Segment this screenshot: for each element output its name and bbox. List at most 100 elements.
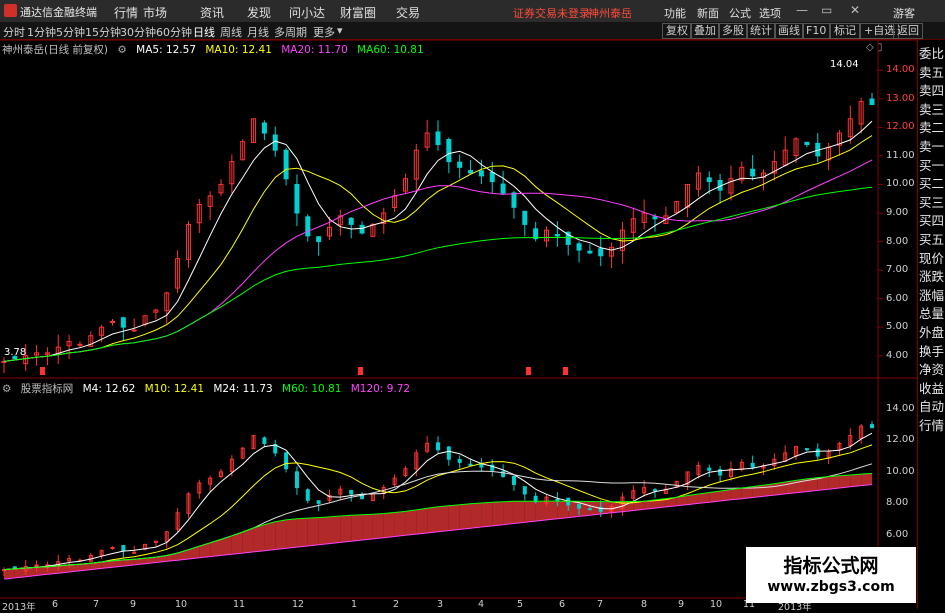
ma-ribbon-segment <box>351 514 363 542</box>
sidebar-item[interactable]: 收益 <box>919 378 945 397</box>
indicator-candle-body <box>815 448 820 457</box>
candle-body <box>468 170 474 174</box>
candle-body <box>348 217 354 225</box>
sidebar-item[interactable]: 涨跌 <box>919 266 945 285</box>
indicator-candle-body <box>305 489 310 501</box>
ma-ribbon-segment <box>481 502 493 528</box>
indicator-candle-body <box>457 459 462 463</box>
ma-ribbon-segment <box>275 519 287 550</box>
price-axis-tick: 4.00 <box>886 349 909 361</box>
ma-ribbon-segment <box>199 542 211 558</box>
sidebar-item[interactable]: 委比 <box>919 43 945 62</box>
ma-ribbon-segment <box>427 506 438 533</box>
sidebar-item[interactable]: 总量 <box>919 303 945 322</box>
indicator-axis-tick: 10.00 <box>886 465 915 477</box>
indicator-candle-body <box>349 490 354 495</box>
ma-ribbon-segment <box>416 508 428 535</box>
indicator-candle-body <box>110 547 115 550</box>
kline-chart[interactable] <box>0 0 945 609</box>
ma-ribbon-segment <box>286 518 297 549</box>
indicator-candle-body <box>587 508 592 511</box>
indicator-candle-body <box>707 467 712 471</box>
indicator-candle-body <box>284 452 289 470</box>
sidebar-item[interactable]: 换手 <box>919 341 945 360</box>
candle-body <box>522 210 528 225</box>
sidebar-item[interactable]: 卖五 <box>919 62 945 81</box>
ma-ribbon-segment <box>438 505 449 532</box>
sidebar-item[interactable]: 净资 <box>919 359 945 378</box>
date-axis-label: 10 <box>710 599 723 610</box>
indicator-candle-body <box>446 446 451 460</box>
price-axis-tick: 11.00 <box>886 149 915 161</box>
sidebar-item[interactable]: 买四 <box>919 210 945 229</box>
ma-ribbon-segment <box>828 475 840 490</box>
indicator-candle-body <box>294 471 299 489</box>
candle-body <box>272 134 278 151</box>
date-axis-label: 9 <box>678 599 685 610</box>
sidebar-item[interactable]: 卖二 <box>919 117 945 136</box>
indicator-candle-body <box>522 486 527 495</box>
sidebar-item[interactable]: 卖三 <box>919 99 945 118</box>
indicator-candle-body <box>316 500 321 504</box>
candle-body <box>804 141 810 145</box>
sidebar-item[interactable]: 卖一 <box>919 136 945 155</box>
sidebar-item[interactable]: 买一 <box>919 155 945 174</box>
candle-body <box>120 317 126 328</box>
ma-ribbon-segment <box>372 513 384 539</box>
ma-ribbon-segment <box>774 482 786 496</box>
ma-ribbon-segment <box>470 502 482 529</box>
date-axis-label: 2 <box>393 599 400 610</box>
candle-body <box>554 234 560 237</box>
ma-ribbon-segment <box>850 474 862 487</box>
watermark-title: 指标公式网 <box>783 555 879 577</box>
indicator-axis-tick: 8.00 <box>886 497 909 509</box>
watermark: 指标公式网 www.zbgs3.com <box>746 547 916 603</box>
ma-ribbon-segment <box>318 516 330 545</box>
candle-body <box>283 149 289 180</box>
date-axis-label: 4 <box>478 599 485 610</box>
price-axis-tick: 14.00 <box>886 64 915 76</box>
sidebar-item[interactable]: 自动 <box>919 396 945 415</box>
sidebar-item[interactable]: 买五 <box>919 229 945 248</box>
date-axis-label: 8 <box>641 599 648 610</box>
price-axis-tick: 7.00 <box>886 264 909 276</box>
candle-body <box>446 139 452 163</box>
candle-body <box>598 248 604 257</box>
ma-ribbon-segment <box>362 514 373 541</box>
date-axis-label: 3 <box>437 599 444 610</box>
sidebar-item[interactable]: 卖四 <box>919 80 945 99</box>
date-axis-label: 5 <box>517 599 524 610</box>
sidebar-item[interactable]: 涨幅 <box>919 285 945 304</box>
sidebar-item[interactable]: 外盘 <box>919 322 945 341</box>
candle-body <box>359 224 365 234</box>
ma-ribbon-segment <box>535 501 547 522</box>
candle-body <box>500 183 506 194</box>
sidebar-item[interactable]: 买二 <box>919 173 945 192</box>
candle-body <box>435 131 441 145</box>
date-axis-label: 12 <box>292 599 305 610</box>
candle-body <box>294 183 300 214</box>
candle-body <box>110 320 115 323</box>
indicator-candle-body <box>555 498 560 501</box>
ma-ribbon-segment <box>394 511 406 537</box>
candle-body <box>652 216 658 220</box>
sidebar-item[interactable]: 行情 <box>919 415 945 434</box>
candle-body <box>489 172 495 183</box>
indicator-candle-body <box>750 462 755 468</box>
ma-ribbon-segment <box>296 518 308 548</box>
indicator-axis-tick: 14.00 <box>886 402 915 414</box>
price-axis-tick: 5.00 <box>886 321 909 333</box>
high-price-label: 14.04 <box>830 59 859 70</box>
sidebar-item[interactable]: 现价 <box>919 248 945 267</box>
ma-ribbon-segment <box>492 501 504 526</box>
m120-line <box>3 484 873 580</box>
date-axis-label: 2013年 <box>2 602 36 613</box>
indicator-candle-body <box>132 551 137 554</box>
ma-ribbon-segment <box>340 515 352 543</box>
candle-body <box>131 329 137 332</box>
sidebar-item[interactable]: 买三 <box>919 192 945 211</box>
date-axis-label: 9 <box>130 599 137 610</box>
indicator-axis-tick: 6.00 <box>886 528 909 540</box>
ma-ribbon-segment <box>861 473 872 486</box>
candle-body <box>576 243 582 251</box>
